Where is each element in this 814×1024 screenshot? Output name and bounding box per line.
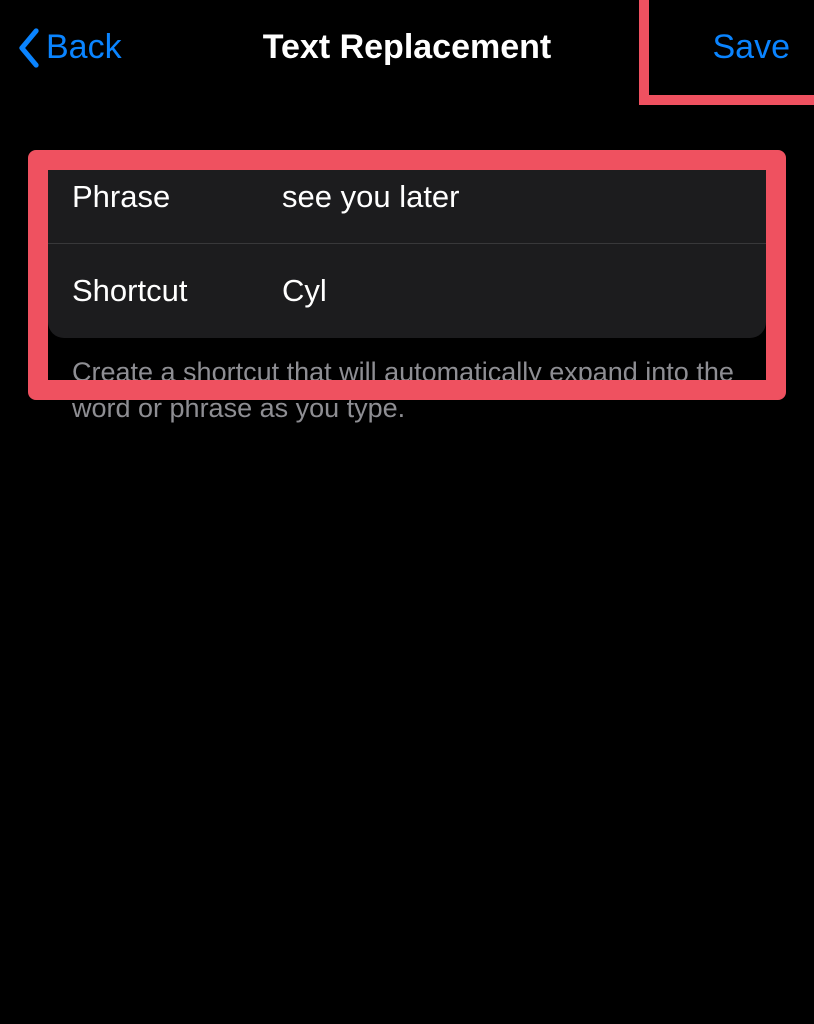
form-card: Phrase Shortcut — [48, 150, 766, 338]
phrase-input[interactable] — [282, 179, 742, 215]
shortcut-label: Shortcut — [72, 273, 282, 309]
navigation-bar: Back Text Replacement Save — [0, 0, 814, 95]
chevron-left-icon — [16, 28, 42, 68]
hint-text: Create a shortcut that will automaticall… — [28, 338, 786, 427]
phrase-row: Phrase — [48, 150, 766, 244]
page-title: Text Replacement — [263, 28, 551, 67]
shortcut-row: Shortcut — [48, 244, 766, 338]
form-section: Phrase Shortcut Create a shortcut that w… — [28, 150, 786, 427]
phrase-label: Phrase — [72, 179, 282, 215]
shortcut-input[interactable] — [282, 273, 742, 309]
back-button[interactable]: Back — [16, 28, 122, 68]
save-button[interactable]: Save — [713, 28, 799, 67]
back-label: Back — [46, 28, 122, 67]
